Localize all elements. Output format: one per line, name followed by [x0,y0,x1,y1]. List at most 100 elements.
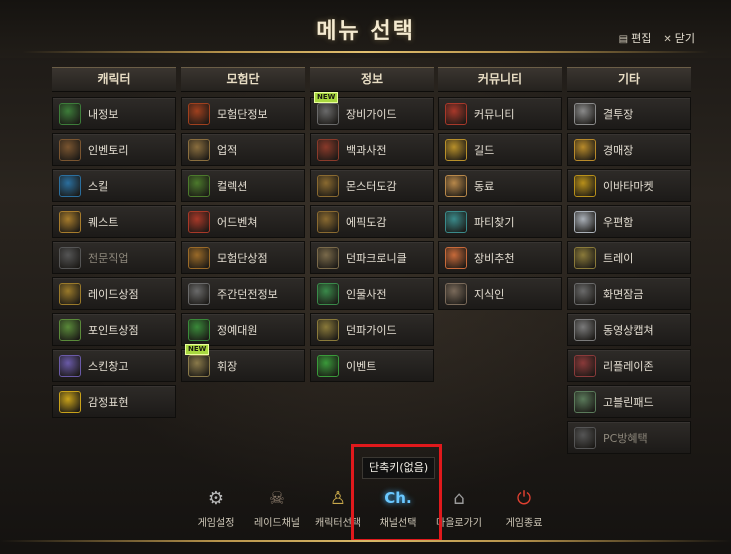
edit-label: 편집 [631,32,652,45]
menu-item[interactable]: 인물사전 [310,277,434,310]
column-header: 모험단 [181,67,305,92]
gear-icon: ⚙ [207,487,225,509]
video-camera-icon [574,318,596,341]
edit-icon: ▤ [618,34,629,45]
power-icon: ⏻ [516,487,532,509]
menu-item[interactable]: 몬스터도감 [310,169,434,202]
menu-item-label: 몬스터도감 [346,179,397,193]
monster-book-icon [317,174,339,197]
character-info-icon [59,102,81,125]
weekly-dungeon-gate-icon [188,282,210,305]
menu-item[interactable]: 퀘스트 [52,205,176,238]
menu-item[interactable]: 결투장 [567,97,691,130]
menu-item[interactable]: 트레이 [567,241,691,274]
goblin-pad-icon [574,390,596,413]
menu-item-label: 이바타마켓 [603,179,654,193]
menu-item[interactable]: 던파크로니클 [310,241,434,274]
menu-item-label: 화면잠금 [603,287,644,301]
top-links: ▤ 편집 ✕ 닫기 [619,30,695,46]
menu-item-label: 던파가이드 [346,323,397,337]
menu-item[interactable]: PC방혜택 [567,421,691,454]
menu-item-label: 던파크로니클 [346,251,407,265]
chronicle-star-icon [317,246,339,269]
menu-item-label: 백과사전 [346,143,387,157]
elite-member-icon [188,318,210,341]
menu-item[interactable]: 업적 [181,133,305,166]
menu-item[interactable]: 스킬 [52,169,176,202]
menu-item[interactable]: NEW 휘장 [181,344,305,382]
mail-envelope-icon [574,210,596,233]
menu-item-label: 어드벤쳐 [217,215,258,229]
menu-item-label: 리플레이존 [603,359,654,373]
party-members-icon [445,210,467,233]
menu-item[interactable]: 고블린패드 [567,385,691,418]
profession-flask-icon [59,246,81,269]
bottom-button[interactable]: ☠ 레이드채널 [247,484,307,530]
menu-item[interactable]: 내정보 [52,97,176,130]
close-link[interactable]: ✕ 닫기 [663,30,695,46]
menu-column: 모험단모험단정보 업적 컬렉션어드벤쳐모험단상점 주간던전정보정예대원 NEW 휘장 [181,67,305,385]
menu-item-label: 트레이 [603,251,634,265]
menu-item[interactable]: 에픽도감 [310,205,434,238]
menu-item-label: 정예대원 [217,323,258,337]
menu-item[interactable]: NEW 장비가이드 [310,92,434,130]
menu-column: 캐릭터내정보인벤토리 스킬 퀘스트 전문직업 레이드상점포인트상점스킨창고감정표현 [52,67,176,421]
menu-item[interactable]: 화면잠금 [567,277,691,310]
menu-item[interactable]: 이벤트 [310,349,434,382]
skin-brush-icon [59,354,81,377]
menu-item[interactable]: 인벤토리 [52,133,176,166]
encyclopedia-book-icon [317,138,339,161]
menu-item[interactable]: 정예대원 [181,313,305,346]
new-badge: NEW [314,92,339,103]
menu-item[interactable]: 모험단정보 [181,97,305,130]
menu-item[interactable]: 길드 [438,133,562,166]
replay-film-icon [574,354,596,377]
column-header: 커뮤니티 [438,67,562,92]
edit-link[interactable]: ▤ 편집 [619,30,652,46]
menu-item[interactable]: 스킨창고 [52,349,176,382]
handshake-icon [445,174,467,197]
menu-item[interactable]: 동영상캡쳐 [567,313,691,346]
menu-item[interactable]: 전문직업 [52,241,176,274]
menu-item[interactable]: 포인트상점 [52,313,176,346]
quest-scroll-icon [59,210,81,233]
menu-item[interactable]: 지식인 [438,277,562,310]
menu-item[interactable]: 모험단상점 [181,241,305,274]
menu-item[interactable]: 던파가이드 [310,313,434,346]
bottom-button[interactable]: ⏻ 게임종료 [494,484,554,530]
menu-item[interactable]: 장비추천 [438,241,562,274]
adventure-shop-icon [188,246,210,269]
point-shop-coin-icon [59,318,81,341]
character-dictionary-icon [317,282,339,305]
close-icon: ✕ [663,34,672,45]
auction-gavel-icon [574,138,596,161]
menu-item-label: 감정표현 [88,395,129,409]
menu-item[interactable]: 주간던전정보 [181,277,305,310]
menu-item-label: 우편함 [603,215,634,229]
menu-item[interactable]: 이바타마켓 [567,169,691,202]
menu-item[interactable]: 레이드상점 [52,277,176,310]
menu-item[interactable]: 어드벤쳐 [181,205,305,238]
collection-card-icon [188,174,210,197]
new-badge: NEW [185,344,210,355]
raid-skull-icon: ☠ [268,487,286,509]
menu-item[interactable]: 백과사전 [310,133,434,166]
menu-item[interactable]: 리플레이존 [567,349,691,382]
menu-item[interactable]: 동료 [438,169,562,202]
menu-item-label: 내정보 [88,107,119,121]
menu-item[interactable]: 커뮤니티 [438,97,562,130]
bottom-button[interactable]: ⚙ 게임설정 [186,484,246,530]
column-header: 정보 [310,67,434,92]
menu-item[interactable]: 파티찾기 [438,205,562,238]
menu-item-label: 포인트상점 [88,323,139,337]
menu-item[interactable]: 컬렉션 [181,169,305,202]
bottom-divider [0,540,731,542]
achievement-scroll-icon [188,138,210,161]
adventure-wings-icon [188,210,210,233]
menu-item[interactable]: 감정표현 [52,385,176,418]
menu-item[interactable]: 경매장 [567,133,691,166]
menu-item[interactable]: 우편함 [567,205,691,238]
menu-item-label: 파티찾기 [474,215,515,229]
menu-item-label: 휘장 [217,359,238,373]
column-header: 캐릭터 [52,67,176,92]
